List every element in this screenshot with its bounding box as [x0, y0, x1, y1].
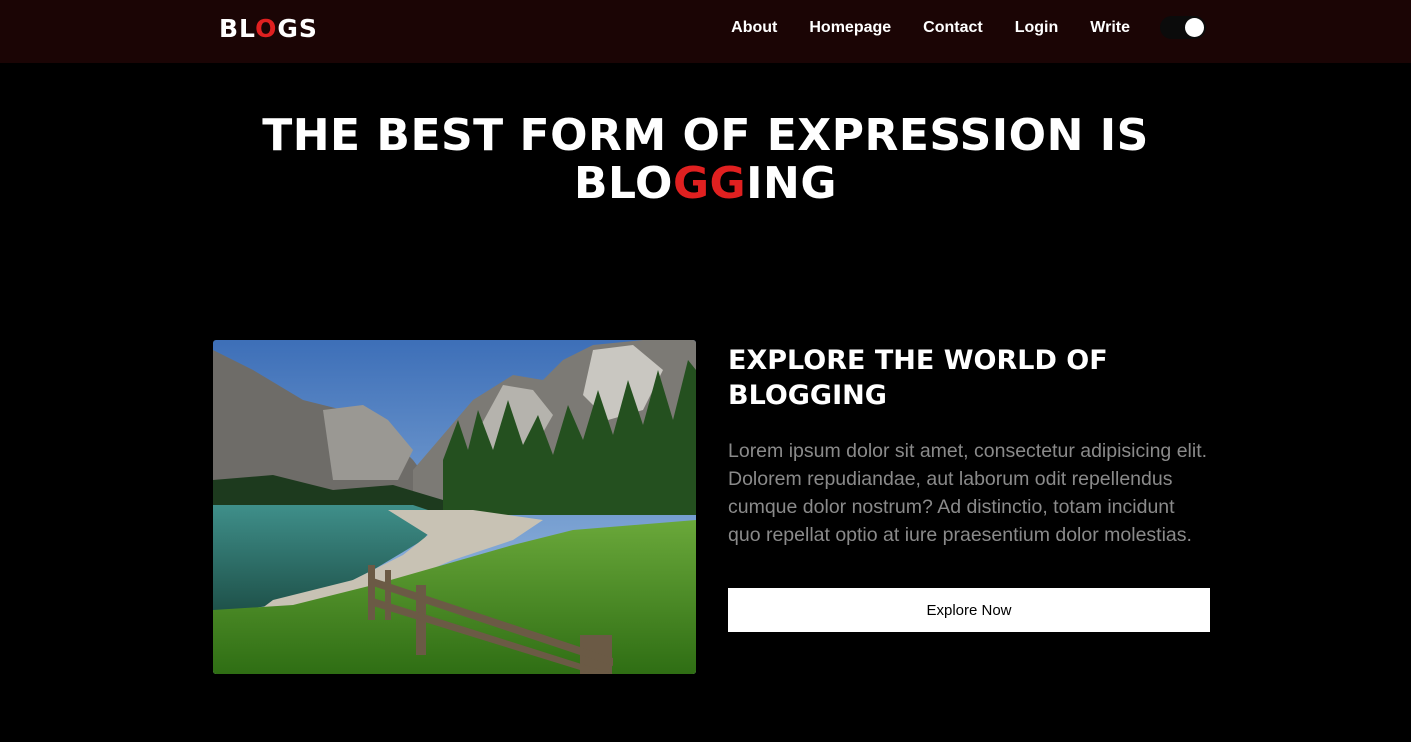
- card-image: [213, 340, 696, 674]
- logo-text-start: BL: [219, 14, 256, 43]
- nav-link-contact[interactable]: Contact: [923, 19, 983, 37]
- nav-link-login[interactable]: Login: [1015, 19, 1059, 37]
- nav-links: About Homepage Contact Login Write: [731, 0, 1130, 55]
- nav-link-about[interactable]: About: [731, 19, 777, 37]
- logo-text-end: GS: [277, 14, 318, 43]
- logo-text-accent: O: [255, 14, 278, 43]
- hero-line-1: THE BEST FORM OF EXPRESSION IS: [262, 110, 1149, 161]
- card-title: EXPLORE THE WORLD OF BLOGGING: [728, 345, 1108, 411]
- hero-word-end: ING: [746, 158, 837, 209]
- toggle-knob: [1185, 18, 1204, 37]
- nav-link-homepage[interactable]: Homepage: [809, 19, 891, 37]
- card-description: Lorem ipsum dolor sit amet, consectetur …: [728, 440, 1208, 546]
- nav-link-write[interactable]: Write: [1090, 19, 1130, 37]
- hero-word-accent: GG: [672, 158, 747, 209]
- theme-toggle[interactable]: [1160, 16, 1206, 39]
- site-logo[interactable]: BLOGS: [219, 13, 318, 45]
- landscape-photo-icon: [213, 340, 696, 674]
- navbar: BLOGS About Homepage Contact Login Write: [0, 0, 1411, 63]
- hero-word-start: BLO: [574, 158, 673, 209]
- hero-heading: THE BEST FORM OF EXPRESSION IS BLOGGING: [0, 112, 1411, 208]
- explore-now-button[interactable]: Explore Now: [728, 588, 1210, 632]
